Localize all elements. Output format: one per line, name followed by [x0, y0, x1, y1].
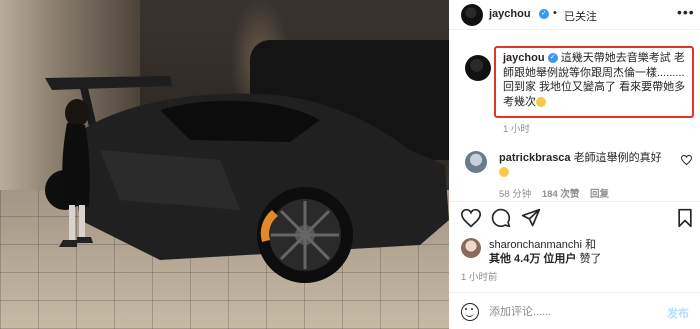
comment-username[interactable]: patrickbrasca — [499, 152, 571, 164]
child-figure — [59, 99, 93, 247]
post-sidebar: jaychou ✓ • 已关注 ••• jaychou ✓ 這幾天帶她去音樂考試… — [449, 0, 700, 329]
caption-username[interactable]: jaychou — [503, 52, 545, 64]
caption-time: 1 小时 — [503, 124, 530, 135]
share-icon[interactable] — [521, 208, 541, 228]
comment-text: 老師這舉例的真好 — [573, 152, 662, 164]
post-comment-button[interactable]: 发布 — [667, 305, 689, 321]
smiley-icon[interactable] — [461, 303, 479, 321]
comment-item: patrickbrasca 老師這舉例的真好 — [499, 151, 669, 179]
comment-likes[interactable]: 184 次赞 — [542, 189, 580, 200]
header-separator: • — [553, 7, 557, 19]
likes-count[interactable]: 其他 4.4万 位用户 — [489, 253, 576, 265]
author-avatar[interactable] — [461, 4, 483, 26]
comment-icon[interactable] — [491, 208, 511, 228]
smiling-face-emoji-icon — [536, 96, 546, 107]
comment-time: 58 分钟 — [499, 189, 532, 200]
comment-like-heart-icon[interactable] — [681, 155, 692, 165]
commenter-avatar[interactable] — [465, 151, 487, 173]
verified-icon: ✓ — [547, 53, 558, 64]
author-username[interactable]: jaychou — [489, 8, 531, 20]
post-caption: jaychou ✓ 這幾天帶她去音樂考試 老師跟她舉例說等你跟周杰倫一樣....… — [503, 51, 693, 109]
liker-avatar[interactable] — [461, 238, 481, 258]
caption-avatar[interactable] — [465, 55, 491, 81]
verified-icon: ✓ — [539, 9, 549, 19]
comment-reply-button[interactable]: 回复 — [590, 189, 609, 200]
post-header: jaychou ✓ • 已关注 ••• — [449, 0, 700, 30]
heart-icon[interactable] — [461, 208, 481, 228]
instagram-post-window: jaychou ✓ • 已关注 ••• jaychou ✓ 這幾天帶她去音樂考試… — [0, 0, 700, 329]
post-photo[interactable] — [0, 0, 449, 329]
likes-suffix: 赞了 — [576, 253, 602, 265]
action-bar — [449, 206, 700, 230]
smiling-face-emoji-icon — [499, 167, 509, 178]
post-time: 1 小时前 — [461, 272, 498, 283]
more-options-icon[interactable]: ••• — [677, 4, 695, 20]
comment-input[interactable] — [489, 303, 649, 321]
comment-meta: 58 分钟 184 次赞 回复 — [499, 186, 617, 200]
likes-line-1[interactable]: sharonchanmanchi 和 — [489, 238, 601, 252]
bookmark-icon[interactable] — [675, 208, 695, 228]
section-divider — [449, 201, 700, 202]
follow-status-button[interactable]: 已关注 — [564, 8, 597, 24]
comment-bar: 发布 — [449, 292, 700, 329]
likes-summary: sharonchanmanchi 和 其他 4.4万 位用户 赞了 — [489, 238, 601, 266]
